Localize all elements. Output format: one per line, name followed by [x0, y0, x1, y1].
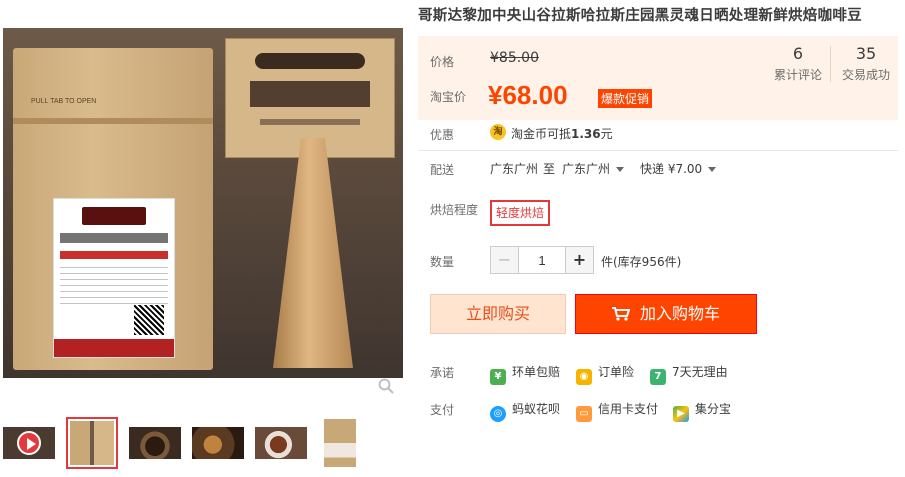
quantity-label: 数量 — [430, 255, 455, 269]
ship-to-select[interactable]: 广东广州 — [562, 160, 625, 177]
original-price: ¥85.00 — [490, 50, 539, 66]
play-icon[interactable] — [17, 431, 41, 455]
cart-icon — [611, 307, 630, 321]
roast-option-light[interactable]: 轻度烘焙 — [490, 200, 551, 226]
thumbnail-selected[interactable] — [66, 417, 118, 469]
promise-item[interactable]: ¥ 环单包赔 — [490, 363, 560, 385]
review-count-value: 6 — [792, 44, 804, 63]
promo-badge: 爆款促销 — [598, 89, 653, 108]
taobao-price-label: 淘宝价 — [430, 90, 467, 104]
shipping-label: 配送 — [430, 163, 455, 177]
promise-item[interactable]: 7 7天无理由 — [650, 363, 728, 385]
shield-icon: ¥ — [490, 369, 506, 385]
main-product-image[interactable]: PULL TAB TO OPEN — [3, 28, 403, 378]
zoom-icon[interactable] — [378, 378, 394, 394]
thumbnail[interactable] — [129, 417, 181, 469]
price-panel: 价格 ¥85.00 淘宝价 ¥68.00 爆款促销 6 累计评论 35 交易成功 — [418, 36, 898, 120]
coffee-bag-image: PULL TAB TO OPEN — [13, 48, 213, 370]
chevron-down-icon — [708, 167, 717, 172]
payment-item[interactable]: ▶ 集分宝 — [673, 400, 731, 422]
taobao-price: ¥68.00 — [488, 80, 568, 110]
transaction-count-value: 35 — [855, 44, 877, 63]
chevron-down-icon — [616, 167, 625, 172]
quantity-stepper: − + — [490, 246, 594, 274]
thumbnail[interactable] — [255, 417, 307, 469]
huabei-icon: ◎ — [490, 406, 506, 422]
payment-label: 支付 — [430, 403, 455, 417]
transaction-count[interactable]: 35 交易成功 — [836, 44, 896, 83]
thumbnail[interactable] — [192, 417, 244, 469]
seven-day-icon: 7 — [650, 369, 666, 385]
payment-item[interactable]: ▭ 信用卡支付 — [576, 400, 658, 422]
wooden-stand-image — [273, 138, 353, 368]
add-to-cart-button[interactable]: 加入购物车 — [575, 294, 757, 334]
transaction-count-label: 交易成功 — [841, 68, 890, 82]
roast-label: 烘焙程度 — [430, 203, 479, 217]
thumbnail-video[interactable] — [3, 417, 55, 469]
thumbnail[interactable] — [318, 417, 362, 469]
quantity-input[interactable] — [519, 247, 565, 273]
jifenbao-icon: ▶ — [673, 406, 689, 422]
review-count-label: 累计评论 — [773, 68, 822, 82]
ship-from: 广东广州 — [490, 162, 539, 176]
promise-label: 承诺 — [430, 366, 455, 380]
discount-label: 优惠 — [430, 128, 455, 142]
insurance-icon: ◉ — [576, 369, 592, 385]
shipping-method-select[interactable]: 快递 ¥7.00 — [640, 160, 717, 177]
quantity-decrease-button[interactable]: − — [491, 247, 519, 273]
quantity-increase-button[interactable]: + — [565, 247, 593, 273]
payment-item[interactable]: ◎ 蚂蚁花呗 — [490, 400, 560, 422]
taojinbi-coin-icon: 淘 — [490, 124, 506, 140]
buy-now-button[interactable]: 立即购买 — [430, 294, 566, 334]
promise-item[interactable]: ◉ 订单险 — [576, 363, 634, 385]
thumbnail-strip — [0, 417, 400, 473]
stock-text: 件(库存956件) — [601, 255, 682, 269]
original-price-label: 价格 — [430, 55, 455, 69]
product-title: 哥斯达黎加中央山谷拉斯哈拉斯庄园黑灵魂日晒处理新鲜烘焙咖啡豆 — [418, 8, 862, 24]
credit-card-icon: ▭ — [576, 406, 592, 422]
ship-to-word: 至 — [543, 162, 556, 176]
review-count[interactable]: 6 累计评论 — [768, 44, 828, 83]
discount-text: 淘金币可抵1.36元 — [511, 127, 613, 141]
